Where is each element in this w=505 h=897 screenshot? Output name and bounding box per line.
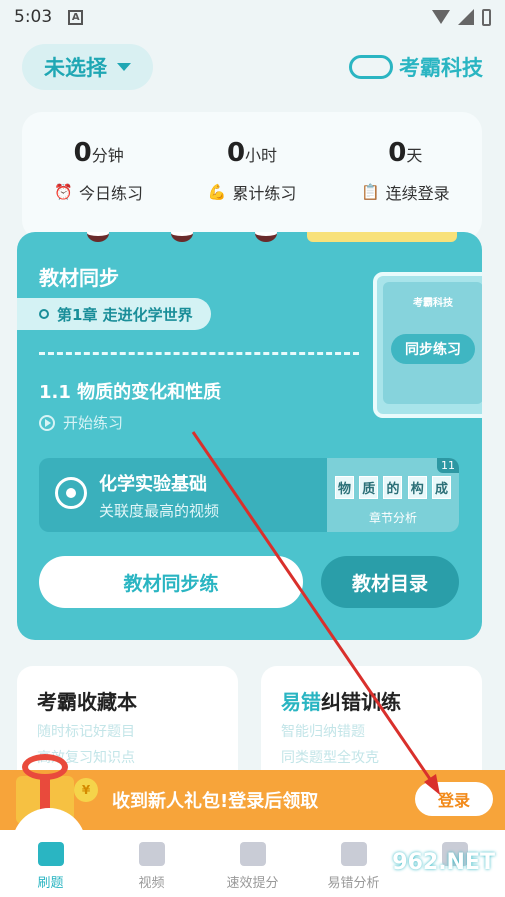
stat-value: 0分钟 <box>73 138 124 168</box>
dashed-divider <box>39 352 359 355</box>
circle-dot-icon <box>39 309 49 319</box>
login-button[interactable]: 登录 <box>415 782 493 816</box>
notification-a-icon: A <box>68 9 84 25</box>
top-row: 未选择 考霸科技 <box>22 44 483 90</box>
textbook-practice-button[interactable]: 教材同步练 <box>39 556 303 608</box>
home-icon <box>37 842 64 866</box>
tab-practice[interactable]: 刷题 <box>6 842 96 891</box>
start-practice-link[interactable]: 开始练习 <box>39 412 123 433</box>
status-bar: 5:03 A <box>0 0 505 34</box>
video-subtitle: 关联度最高的视频 <box>99 502 220 520</box>
play-icon <box>39 414 55 431</box>
rocket-icon <box>239 842 266 866</box>
stats-card: 0分钟 ⏰ 今日练习 0小时 💪 累计练习 0天 📋 连续登录 <box>22 112 482 240</box>
stat-label: ⏰ 今日练习 <box>54 183 144 203</box>
brand: 考霸科技 <box>349 52 483 82</box>
practice-book[interactable]: 考霸科技 同步练习 <box>373 272 482 418</box>
wifi-icon <box>432 10 450 24</box>
brand-name: 考霸科技 <box>399 56 483 80</box>
tab-decoration <box>307 232 457 242</box>
film-reel-icon <box>55 477 87 509</box>
sync-practice-button[interactable]: 同步练习 <box>391 334 475 364</box>
coin-icon: ¥ <box>74 778 98 802</box>
caret-down-icon <box>117 63 131 71</box>
tab-video[interactable]: 视频 <box>107 842 197 891</box>
book-brand: 考霸科技 <box>413 298 453 309</box>
lesson-title[interactable]: 1.1 物质的变化和性质 <box>39 378 221 404</box>
ring-icon <box>87 232 109 242</box>
chapter-label: 第1章 走进化学世界 <box>57 305 193 324</box>
favorites-line-1: 随时标记好题目 <box>37 724 135 740</box>
start-practice-label: 开始练习 <box>63 414 124 432</box>
tab-label: 速效提分 <box>226 876 279 891</box>
bar-chart-icon <box>340 842 367 866</box>
textbook-catalog-button[interactable]: 教材目录 <box>321 556 459 608</box>
clock: 5:03 <box>14 7 53 27</box>
selector-label: 未选择 <box>44 56 107 80</box>
status-icons <box>432 8 491 26</box>
chapter-pill[interactable]: 第1章 走进化学世界 <box>17 298 211 330</box>
clipboard-icon: 📋 <box>360 183 380 201</box>
tab-boost[interactable]: 速效提分 <box>208 842 298 891</box>
video-card[interactable]: 化学实验基础 关联度最高的视频 物 质 的 构 成 章节分析 11 <box>39 458 459 532</box>
alarm-clock-icon: ⏰ <box>54 183 73 201</box>
stat-streak: 0天 📋 连续登录 <box>361 138 450 240</box>
tab-label: 视频 <box>138 876 165 891</box>
ring-icon <box>255 232 277 242</box>
mistakes-line-1: 智能归纳错题 <box>281 724 365 740</box>
favorites-title: 考霸收藏本 <box>37 690 137 714</box>
mistakes-card[interactable]: 易错纠错训练 智能归纳错题 同类题型全攻克 <box>261 666 482 786</box>
stat-total: 0小时 💪 累计练习 <box>208 138 297 240</box>
video-count-badge: 11 <box>437 458 459 473</box>
stat-value: 0小时 <box>226 138 278 168</box>
stat-label: 📋 连续登录 <box>360 183 450 203</box>
stat-label: 💪 累计练习 <box>207 183 297 203</box>
video-title: 化学实验基础 <box>99 474 207 495</box>
tab-mistake-analysis[interactable]: 易错分析 <box>309 842 399 891</box>
promo-text: 收到新人礼包!登录后领取 <box>112 791 319 812</box>
sync-title: 教材同步 <box>39 266 119 290</box>
thumb-title: 物 质 的 构 成 <box>335 476 451 499</box>
thumb-caption: 章节分析 <box>368 511 417 525</box>
muscle-icon: 💪 <box>207 183 227 201</box>
ring-icon <box>171 232 193 242</box>
video-thumbnail[interactable]: 物 质 的 构 成 章节分析 11 <box>327 458 459 532</box>
stat-today: 0分钟 ⏰ 今日练习 <box>54 138 143 240</box>
koala-logo-icon <box>349 55 393 79</box>
signal-icon <box>458 9 474 25</box>
book-cover: 考霸科技 同步练习 <box>383 282 482 404</box>
tab-label: 刷题 <box>37 876 64 891</box>
textbook-sync-card: 教材同步 第1章 走进化学世界 1.1 物质的变化和性质 开始练习 考霸科技 同… <box>17 232 482 640</box>
mistakes-line-2: 同类题型全攻克 <box>281 750 379 766</box>
binder-rings <box>87 232 277 242</box>
video-icon <box>138 842 165 866</box>
textbook-selector[interactable]: 未选择 <box>22 44 153 90</box>
watermark: 962.NET <box>392 850 495 875</box>
stat-value: 0天 <box>388 138 423 168</box>
battery-icon <box>482 8 491 26</box>
mistakes-title: 易错纠错训练 <box>281 690 401 714</box>
tab-label: 易错分析 <box>327 876 380 891</box>
